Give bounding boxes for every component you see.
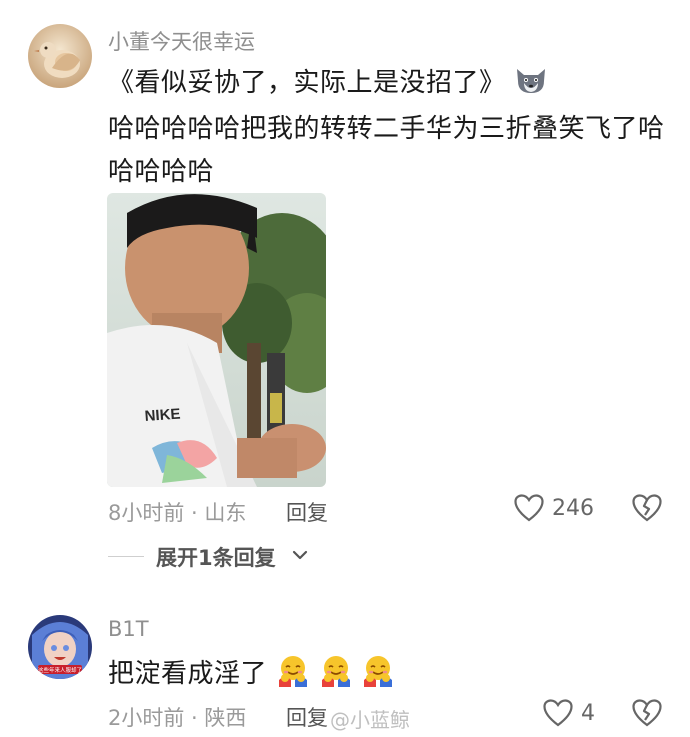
like-button[interactable]: 4 [543, 699, 595, 727]
broken-heart-icon [632, 494, 662, 522]
dislike-button[interactable] [632, 494, 662, 526]
hug-emoji-icon [319, 654, 353, 695]
hug-emoji-icon [361, 654, 395, 695]
dislike-button[interactable] [632, 699, 662, 731]
avatar[interactable]: 这些年来人服却了 [28, 615, 92, 679]
comment-photo[interactable]: NIKE [107, 193, 326, 487]
heart-outline-icon [514, 494, 544, 522]
comment-meta: 8小时前 · 山东 [108, 501, 247, 525]
like-button[interactable]: 246 [514, 494, 594, 522]
watermark: @小蓝鲸 [330, 708, 410, 732]
avatar-caption: 这些年来人服却了 [38, 666, 82, 674]
wolf-emoji-icon [514, 65, 548, 102]
comment-text: 把淀看成淫了 [108, 659, 268, 689]
comment-text-line-2: 哈哈哈哈哈把我的转转二手华为三折叠笑飞了哈 [108, 114, 665, 144]
comment-text: 《看似妥协了，实际上是没招了》 [108, 68, 506, 98]
expand-replies-button[interactable]: 展开1条回复 [156, 542, 276, 572]
like-count: 4 [581, 700, 595, 726]
hug-emoji-icon [276, 654, 310, 695]
heart-outline-icon [543, 699, 573, 727]
comment-text-line-1: 《看似妥协了，实际上是没招了》 [108, 62, 548, 102]
chevron-down-icon[interactable] [291, 547, 309, 566]
comment-text-line-1: 把淀看成淫了 [108, 653, 395, 695]
expand-divider [108, 556, 144, 557]
like-count: 246 [552, 495, 594, 521]
comment-text-line-3: 哈哈哈哈 [108, 157, 215, 187]
avatar[interactable] [28, 24, 92, 88]
username[interactable]: B1T [108, 617, 149, 641]
reply-button[interactable]: 回复 [286, 702, 328, 732]
bird-avatar-icon [28, 24, 92, 88]
username[interactable]: 小董今天很幸运 [108, 26, 255, 56]
broken-heart-icon [632, 699, 662, 727]
reply-button[interactable]: 回复 [286, 497, 328, 527]
comment-meta: 2小时前 · 陕西 [108, 706, 247, 730]
nike-print: NIKE [144, 406, 181, 425]
anime-avatar-icon: 这些年来人服却了 [28, 615, 92, 679]
